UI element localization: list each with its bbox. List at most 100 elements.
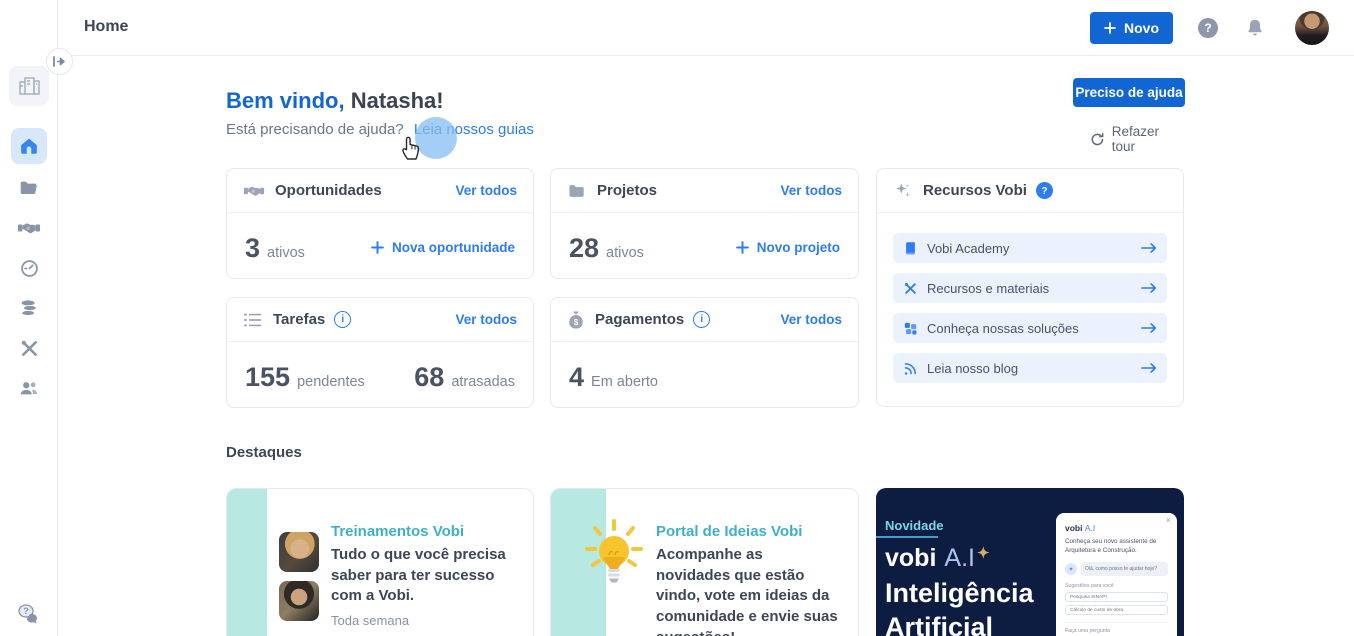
ai-title-line2: Artificial [885,612,994,636]
oportunidades-card-header: Oportunidades Ver todos [227,169,533,213]
redo-tour-link[interactable]: Refazer tour [1090,124,1185,154]
home-icon [21,138,37,154]
sidebar-item-projects[interactable] [11,170,47,206]
preview-brand-vobi: vobi [1065,523,1083,533]
arrow-right-icon [1141,242,1157,254]
redo-tour-label: Refazer tour [1111,124,1160,154]
trainer-photo-2 [279,581,319,621]
topbar: Home Novo ? [0,0,1354,56]
preview-suggestion-1[interactable]: Pesquisa SINAPI [1065,592,1168,603]
puzzle-icon [904,322,917,334]
pagamentos-info-icon[interactable]: i [693,311,711,328]
card-title: Oportunidades [275,182,382,199]
recursos-item-materiais[interactable]: Recursos e materiais [893,273,1167,303]
arrow-right-icon [1141,282,1157,294]
chat-help-icon: ? [18,604,37,624]
arrow-right-icon [1141,362,1157,374]
plus-icon [735,241,749,254]
projetos-card-body: 28 ativos Novo projeto [551,213,858,278]
tarefas-card: Tarefas i Ver todos 155 pendentes 68 atr… [226,297,534,408]
oportunidades-ver-todos-link[interactable]: Ver todos [455,183,517,198]
sparkle-icon: ✦ [976,545,990,562]
sidebar-item-dashboard[interactable] [11,250,47,286]
vobi-ai-card[interactable]: Novidade vobi A.I ✦ Inteligência Artificia… [876,488,1184,636]
treinamentos-card[interactable]: Treinamentos Vobi Tudo o que você precis… [226,488,534,636]
treinamentos-description: Tudo o que você precisa saber para ter s… [331,546,506,605]
tarefas-info-icon[interactable]: i [334,311,352,328]
ai-assistant-preview: × vobi A.I Conheça seu novo assistente d… [1056,513,1177,636]
recursos-item-label: Vobi Academy [927,240,1010,256]
card-title: Tarefas [273,311,326,328]
tarefas-ver-todos-link[interactable]: Ver todos [455,312,517,327]
treinamentos-frequency: Toda semana [331,613,410,629]
sidebar: ? [0,0,73,636]
sparkles-icon [896,183,911,197]
treinamentos-title: Treinamentos Vobi [331,523,465,540]
projetos-count-label: ativos [606,245,644,261]
welcome-subtext: Está precisando de ajuda? Leia nossos gu… [226,121,534,138]
tools-icon [21,340,37,356]
ai-title-line1: Inteligência [885,578,1034,608]
recursos-help-badge[interactable]: ? [1035,182,1053,199]
pagamentos-count-label: Em aberto [591,374,658,390]
close-icon[interactable]: × [1166,515,1171,525]
recursos-vobi-card: Recursos Vobi ? Vobi Academy Recursos e … [876,168,1184,407]
preview-suggestion-2[interactable]: Cálculo de custo de obra [1065,605,1168,616]
novo-projeto-link[interactable]: Novo projeto [735,240,840,255]
sidebar-item-opportunities[interactable] [11,210,47,246]
mouse-cursor-icon [399,131,425,166]
people-icon [20,382,37,395]
preview-chat-row: ✦ Olá, como posso te ajudar hoje? [1065,562,1168,577]
vobi-dashboard: Home Novo ? ? Bem vindo, Natasha! Está p… [0,0,1354,636]
preview-chat-input[interactable]: Olá, como posso te ajudar hoje? [1081,562,1168,577]
preview-footer: Faça uma pergunta [1065,622,1168,634]
gauge-icon [20,259,38,277]
sidebar-expand-toggle[interactable] [46,48,73,75]
company-logo[interactable] [9,66,49,106]
projetos-ver-todos-link[interactable]: Ver todos [780,183,842,198]
card-title: Projetos [597,182,658,199]
handshake-icon [18,223,40,234]
arrow-right-icon [1141,322,1157,334]
handshake-icon [243,186,265,196]
preview-subtitle: Conheça seu novo assistente de Arquitetu… [1065,538,1157,555]
preview-suggestions-label: Sugestões para você [1065,583,1114,590]
recursos-item-vobi-academy[interactable]: Vobi Academy [893,233,1167,263]
pagamentos-card-header: $ Pagamentos i Ver todos [551,298,858,342]
pagamentos-ver-todos-link[interactable]: Ver todos [780,312,842,327]
projetos-card: Projetos Ver todos 28 ativos Novo projet… [550,168,859,279]
book-icon [906,241,915,254]
oportunidades-count: 3 [245,233,261,263]
plus-icon [1104,22,1116,34]
need-help-button[interactable]: Preciso de ajuda [1073,78,1185,107]
nova-oportunidade-link[interactable]: Nova oportunidade [371,240,515,255]
svg-text:?: ? [23,606,29,616]
novo-projeto-label: Novo projeto [756,240,840,255]
help-icon[interactable]: ? [1198,18,1218,38]
building-sketch-icon [19,77,40,95]
sidebar-item-tools[interactable] [11,330,47,366]
pagamentos-card-body: 4 Em aberto [551,342,858,407]
tarefas-pending-count: 155 [245,362,291,392]
trainer-photo-1 [279,532,319,572]
sidebar-item-finances[interactable] [11,290,47,326]
notifications-bell-icon[interactable] [1244,17,1266,39]
portal-ideias-card[interactable]: Portal de Ideias Vobi Acompanhe as novid… [550,488,859,636]
recursos-item-solucoes[interactable]: Conheça nossas soluções [893,313,1167,343]
ai-brand-ai: A.I [944,544,975,572]
sidebar-item-contacts[interactable] [11,370,47,406]
recursos-item-blog[interactable]: Leia nosso blog [893,353,1167,383]
sidebar-item-home[interactable] [11,128,47,164]
portal-description: Acompanhe as novidades que estão vindo, … [656,546,838,636]
assistant-avatar-icon: ✦ [1065,563,1077,576]
user-avatar[interactable] [1295,11,1329,45]
tarefas-card-header: Tarefas i Ver todos [227,298,533,342]
welcome-greeting: Bem vindo, [226,88,345,113]
novo-button[interactable]: Novo [1090,12,1173,44]
sidebar-item-support-chat[interactable]: ? [11,596,47,632]
recursos-item-label: Conheça nossas soluções [927,320,1079,336]
novo-button-label: Novo [1124,20,1159,36]
badge-underline [876,536,938,538]
task-list-icon [244,313,262,326]
tarefas-late-count: 68 [414,362,445,392]
